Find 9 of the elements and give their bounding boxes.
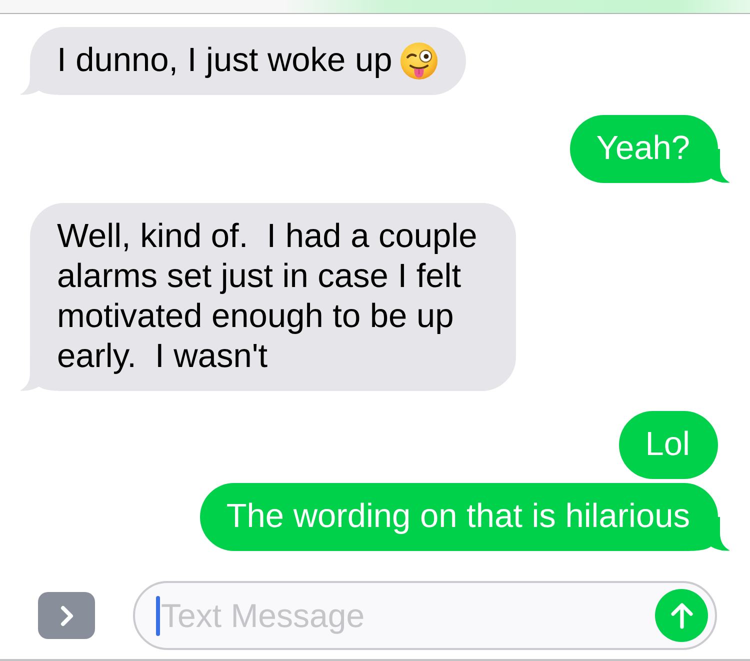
expand-button[interactable] [38,592,95,639]
send-button[interactable] [655,589,708,642]
message-text: I dunno, I just woke up [57,41,392,81]
chevron-right-icon [60,604,74,626]
arrow-up-icon [670,602,694,630]
message-text: Lol [645,425,690,465]
message-text: The wording on that is hilarious [226,497,690,537]
message-text: Yeah? [596,129,690,169]
message-text: Well, kind of. I had a couple alarms set just in case I felt motivated enough to be up early. I wasn't [57,217,478,377]
